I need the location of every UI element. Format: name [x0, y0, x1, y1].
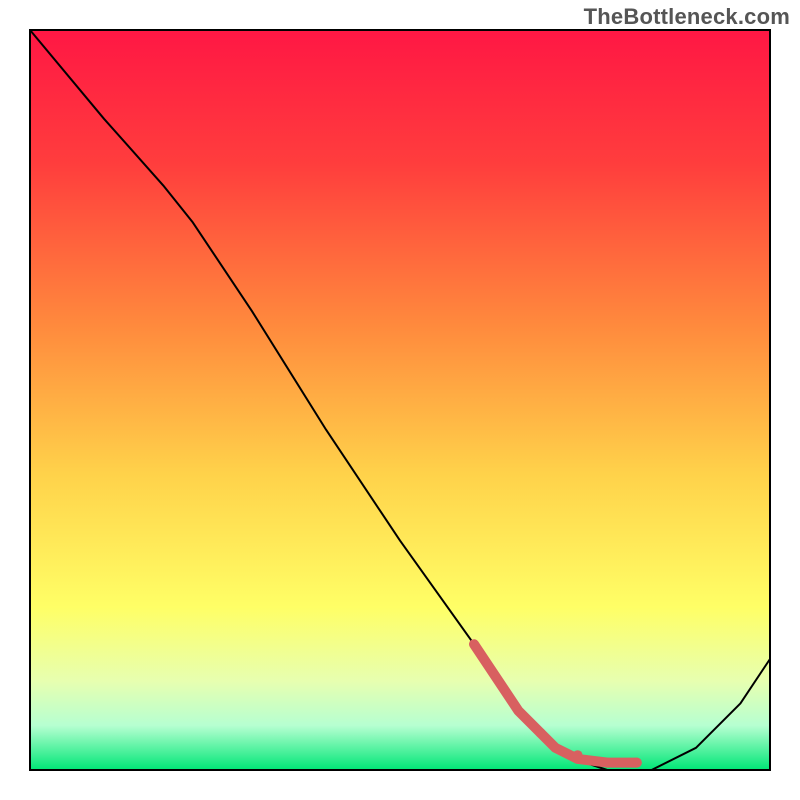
highlight-dot	[602, 758, 612, 768]
watermark-text: TheBottleneck.com	[584, 4, 790, 30]
plot-background	[30, 30, 770, 770]
chart-svg	[0, 0, 800, 800]
chart-container: { "watermark": "TheBottleneck.com", "cha…	[0, 0, 800, 800]
highlight-dot	[632, 758, 642, 768]
highlight-dot	[573, 750, 583, 760]
highlight-dot	[536, 728, 546, 738]
